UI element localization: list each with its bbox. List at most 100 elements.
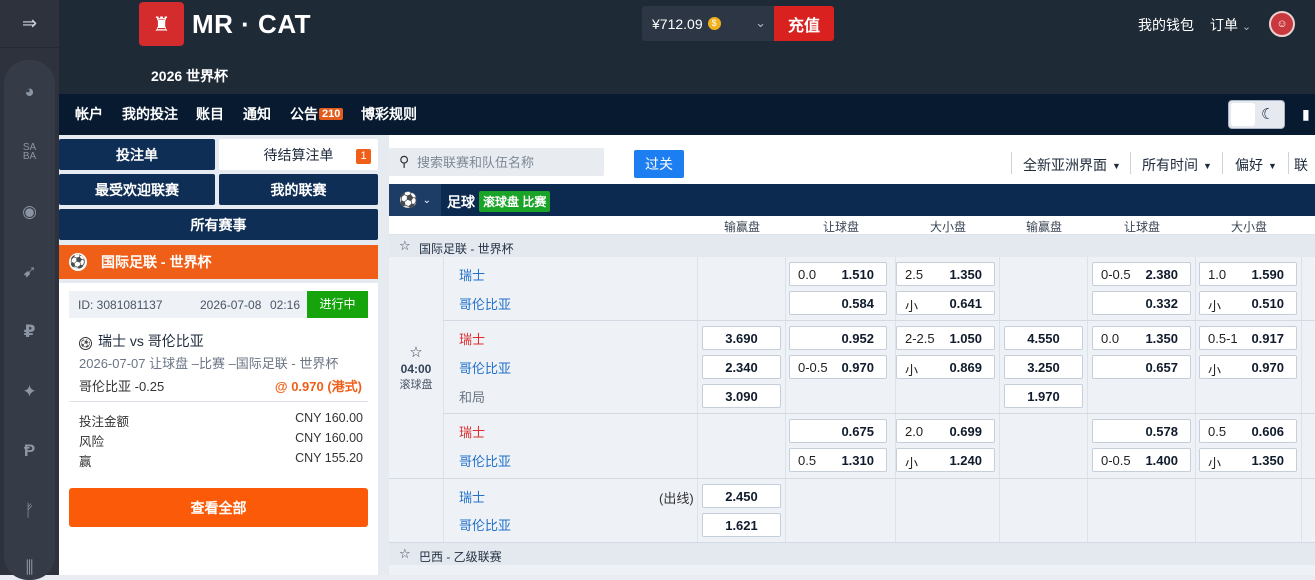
team-away[interactable]: 哥伦比亚 (459, 294, 511, 313)
odds-button[interactable]: 2.340 (702, 355, 781, 379)
my-leagues-button[interactable]: 我的联赛 (219, 174, 378, 205)
lines-icon[interactable]: ⫼ (0, 558, 59, 578)
odds-button[interactable]: 4.550 (1004, 326, 1083, 350)
basketball-icon[interactable]: ◉ (0, 202, 59, 222)
racing-icon[interactable]: ➹ (0, 262, 59, 282)
odds-button[interactable]: 1.970 (1004, 384, 1083, 408)
nav-announcements[interactable]: 公告 210 (290, 104, 344, 124)
league-row[interactable]: ☆ 国际足联 - 世界杯 (389, 235, 1315, 257)
odds-button[interactable]: 0.657 (1092, 355, 1191, 379)
my-wallet-link[interactable]: 我的钱包 (1138, 15, 1194, 35)
odds-button[interactable]: 0.5-1 0.917 (1199, 326, 1297, 350)
odds-button[interactable]: 小 0.869 (896, 355, 995, 379)
odds-button[interactable]: 0.5 1.310 (789, 448, 887, 472)
nav-notifications[interactable]: 通知 (243, 104, 271, 124)
odds-button[interactable]: 3.690 (702, 326, 781, 350)
view-dropdown[interactable]: 全新亚洲界面 ▼ (1023, 155, 1121, 175)
star-icon[interactable]: ☆ (399, 238, 411, 254)
odds-button[interactable]: 0.584 (789, 291, 887, 315)
star-icon[interactable]: ☆ (399, 546, 411, 562)
team-away[interactable]: 哥伦比亚 (459, 358, 511, 377)
odds-button[interactable]: 0.0 1.350 (1092, 326, 1191, 350)
p-icon[interactable]: ₽ (0, 322, 59, 342)
odds-button[interactable]: 2.450 (702, 484, 781, 508)
odds-button[interactable]: 1.621 (702, 513, 781, 537)
all-events-button[interactable]: 所有赛事 (59, 209, 378, 240)
brand-name[interactable]: MR · CAT (192, 9, 311, 40)
odds-button[interactable]: 小 0.510 (1199, 291, 1297, 315)
odds-value: 1.350 (1251, 453, 1284, 468)
cat-logo-icon[interactable]: ♜ (139, 2, 184, 46)
bet-date: 2026-07-08 (200, 298, 262, 312)
esports-p-icon[interactable]: Ᵽ (0, 441, 59, 461)
next-league-rows (389, 565, 1315, 575)
tab-pending-bets[interactable]: 待结算注单 1 (219, 139, 378, 170)
theme-toggle[interactable]: ☾ (1228, 100, 1285, 129)
odds-button[interactable]: 小 0.641 (896, 291, 995, 315)
team-home[interactable]: 瑞士 (459, 487, 485, 506)
chevron-down-icon: ⌄ (755, 15, 766, 30)
sport-selector[interactable]: ⚽ ⌄ (389, 184, 441, 216)
nav-my-bets[interactable]: 我的投注 (122, 104, 178, 124)
search-box[interactable]: ⚲ (389, 148, 604, 176)
odds-button[interactable]: 0-0.5 1.400 (1092, 448, 1191, 472)
odds-button[interactable]: 1.0 1.590 (1199, 262, 1297, 286)
odds-button[interactable]: 小 1.350 (1199, 448, 1297, 472)
team-home[interactable]: 瑞士 (459, 265, 485, 284)
saba-icon[interactable]: SA BA (0, 143, 59, 162)
nav-betting-rules[interactable]: 博彩规则 (361, 104, 417, 124)
odds-button[interactable]: 0.578 (1092, 419, 1191, 443)
odds-button[interactable]: 小 1.240 (896, 448, 995, 472)
caret-down-icon: ▼ (1112, 161, 1121, 171)
more-dropdown[interactable]: 联 (1294, 155, 1308, 175)
search-icon: ⚲ (399, 153, 410, 169)
league-row[interactable]: ☆ 巴西 - 乙级联赛 (389, 543, 1315, 565)
time-dropdown[interactable]: 所有时间 ▼ (1142, 155, 1212, 175)
odds-button[interactable]: 2-2.5 1.050 (896, 326, 995, 350)
odds-value: 0.952 (841, 331, 874, 346)
odds-button[interactable]: 2.0 0.699 (896, 419, 995, 443)
odds-button[interactable]: 0.5 0.606 (1199, 419, 1297, 443)
caret-down-icon: ▼ (1203, 161, 1212, 171)
side-rail: ⇒ ◕ SA BA ◉ ➹ ₽ ✦ Ᵽ ᚠ ⫼ (0, 0, 59, 580)
popular-leagues-button[interactable]: 最受欢迎联赛 (59, 174, 215, 205)
star-icon[interactable]: ☆ (389, 343, 443, 361)
parlay-button[interactable]: 过关 (634, 150, 684, 178)
tennis-icon[interactable]: ✦ (0, 382, 59, 402)
team-home[interactable]: 瑞士 (459, 329, 485, 348)
live-tag[interactable]: 滚球盘 比赛 (479, 191, 551, 212)
nav-statement[interactable]: 账目 (196, 104, 224, 124)
bet-league-title: 国际足联 - 世界杯 (101, 254, 212, 270)
odds-button[interactable]: 0-0.5 0.970 (789, 355, 887, 379)
odds-button[interactable]: 0.0 1.510 (789, 262, 887, 286)
odds-value: 1.970 (1027, 389, 1060, 404)
odds-button[interactable]: 3.250 (1004, 355, 1083, 379)
caret-down-icon: ▼ (1268, 161, 1277, 171)
soccer-ball-icon[interactable]: ◕ (0, 82, 59, 102)
menu-collapse-icon[interactable]: ⇒ (0, 0, 59, 48)
balance-dropdown[interactable]: ¥712.09 $ ⌄ (642, 6, 774, 41)
odds-button[interactable]: 0.332 (1092, 291, 1191, 315)
bet-league-header[interactable]: ⚽ 国际足联 - 世界杯 (59, 245, 378, 279)
view-all-button[interactable]: 查看全部 (69, 488, 368, 527)
f-icon[interactable]: ᚠ (0, 501, 59, 521)
search-input[interactable] (417, 152, 597, 172)
odds-button[interactable]: 小 0.970 (1199, 355, 1297, 379)
odds-button[interactable]: 3.090 (702, 384, 781, 408)
nav-account[interactable]: 帐户 (75, 104, 103, 124)
odds-button[interactable]: 0.952 (789, 326, 887, 350)
team-away[interactable]: 哥伦比亚 (459, 451, 511, 470)
avatar[interactable]: ☺ (1269, 11, 1295, 37)
stats-chart-icon[interactable]: ▮ (1302, 106, 1310, 123)
team-home[interactable]: 瑞士 (459, 422, 485, 441)
topup-button[interactable]: 充值 (774, 6, 834, 41)
odds-button[interactable]: 2.5 1.350 (896, 262, 995, 286)
preferences-dropdown[interactable]: 偏好 ▼ (1235, 155, 1277, 175)
col-handicap-ht: 让球盘 (1123, 220, 1160, 234)
moon-icon: ☾ (1261, 106, 1275, 123)
orders-dropdown[interactable]: 订单 ⌄ (1210, 15, 1251, 35)
tab-betslip[interactable]: 投注单 (59, 139, 215, 170)
team-away[interactable]: 哥伦比亚 (459, 515, 511, 534)
odds-button[interactable]: 0-0.5 2.380 (1092, 262, 1191, 286)
odds-button[interactable]: 0.675 (789, 419, 887, 443)
